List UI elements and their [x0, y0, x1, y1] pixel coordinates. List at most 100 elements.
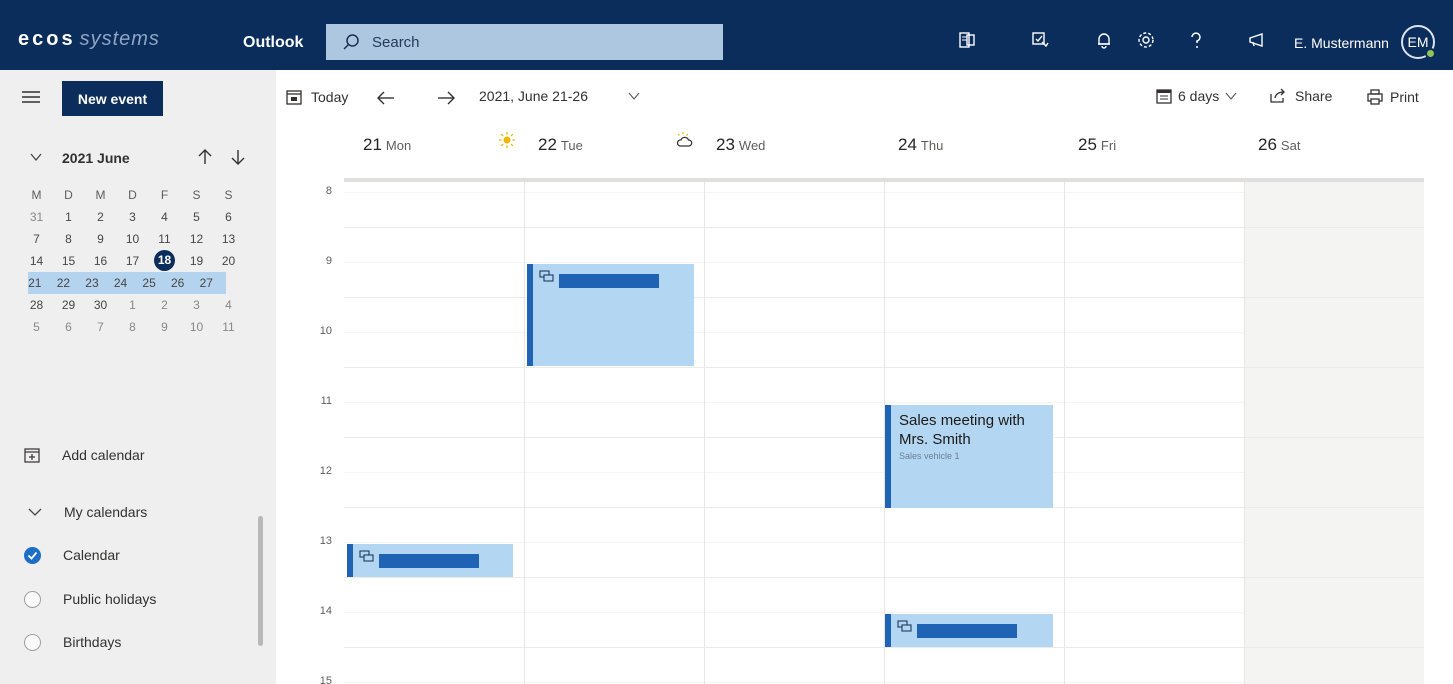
date-cell[interactable]: 1 [58, 206, 79, 228]
date-cell[interactable]: 30 [90, 294, 111, 316]
date-cell[interactable]: 23 [83, 272, 101, 294]
day-header-wed[interactable]: 23 Wed [716, 135, 765, 181]
date-cell[interactable]: 19 [186, 250, 207, 272]
empty-circle-icon[interactable] [24, 590, 41, 608]
checkmark-circle-icon[interactable] [24, 546, 41, 564]
user-name[interactable]: E. Mustermann [1294, 35, 1389, 51]
office-icon[interactable] [957, 30, 977, 50]
date-cell[interactable]: 20 [218, 250, 239, 272]
date-cell[interactable]: 6 [58, 316, 79, 338]
hamburger-menu-icon[interactable] [22, 90, 40, 104]
day-header-mon[interactable]: 21 Mon [363, 135, 411, 181]
date-cell[interactable]: 2 [90, 206, 111, 228]
avatar[interactable]: EM [1401, 25, 1436, 59]
add-calendar-button[interactable]: Add calendar [24, 444, 145, 466]
date-cell[interactable]: 10 [186, 316, 207, 338]
date-cell[interactable]: 29 [58, 294, 79, 316]
my-calendars-toggle[interactable]: My calendars [28, 502, 147, 522]
date-cell[interactable]: 15 [58, 250, 79, 272]
date-cell[interactable]: 3 [186, 294, 207, 316]
date-cell[interactable]: 12 [186, 228, 207, 250]
left-panel: New event 2021 June M D M D F S S 31 1 2… [0, 70, 276, 684]
calendar-event-redacted[interactable] [527, 264, 694, 366]
top-bar: ecos systems Outlook Search E. Mustermann… [0, 0, 1453, 70]
date-cell[interactable]: 25 [140, 272, 158, 294]
chat-icon [359, 550, 374, 562]
arrow-up-icon[interactable] [196, 148, 214, 166]
arrow-down-icon[interactable] [229, 148, 247, 166]
day-header-fri[interactable]: 25 Fri [1078, 135, 1116, 181]
day-header-thu[interactable]: 24 Thu [898, 135, 943, 181]
date-cell[interactable]: 11 [154, 228, 175, 250]
hour-label: 8 [325, 185, 332, 197]
date-cell[interactable]: 4 [154, 206, 175, 228]
calendar-event-redacted[interactable] [885, 614, 1053, 647]
date-cell[interactable]: 9 [90, 228, 111, 250]
date-cell[interactable]: 22 [55, 272, 73, 294]
calendar-item-label: Public holidays [63, 591, 157, 607]
calendar-event-sales-meeting[interactable]: Sales meeting with Mrs. Smith Sales vehi… [885, 405, 1053, 508]
day-header-tue[interactable]: 22 Tue [538, 135, 583, 181]
date-cell[interactable]: 8 [122, 316, 143, 338]
date-cell[interactable]: 5 [26, 316, 47, 338]
selected-week-row: 21 22 23 24 25 26 27 [28, 272, 226, 294]
date-cell[interactable]: 8 [58, 228, 79, 250]
date-cell[interactable]: 24 [112, 272, 130, 294]
mini-calendar-title[interactable]: 2021 June [62, 150, 130, 166]
date-cell[interactable]: 14 [26, 250, 47, 272]
calendar-item-birthdays[interactable]: Birthdays [24, 631, 121, 653]
bell-icon[interactable] [1094, 30, 1114, 50]
view-selector-dropdown[interactable]: 6 days [1156, 88, 1237, 104]
date-cell-today[interactable]: 18 [154, 250, 175, 272]
date-cell[interactable]: 27 [197, 272, 215, 294]
date-cell[interactable]: 17 [122, 250, 143, 272]
time-grid[interactable]: Sales meeting with Mrs. Smith Sales vehi… [344, 182, 1424, 684]
calendar-event-redacted[interactable] [347, 544, 513, 577]
sidebar-scrollbar[interactable] [258, 516, 263, 646]
app-name[interactable]: Outlook [243, 34, 303, 52]
chevron-down-icon [1225, 92, 1237, 100]
hour-label: 9 [325, 255, 332, 267]
date-cell[interactable]: 10 [122, 228, 143, 250]
today-button[interactable]: Today [285, 88, 348, 106]
calendar-item-public-holidays[interactable]: Public holidays [24, 588, 156, 610]
event-title: Sales meeting with Mrs. Smith [899, 412, 1025, 448]
date-cell[interactable]: 6 [218, 206, 239, 228]
print-button[interactable]: Print [1366, 88, 1419, 106]
calendar-toolbar: Today 2021, June 21-26 6 days Share Prin… [276, 70, 1453, 125]
date-cell[interactable]: 16 [90, 250, 111, 272]
share-button[interactable]: Share [1269, 88, 1332, 104]
calendar-item-label: Calendar [63, 547, 120, 563]
date-cell[interactable]: 9 [154, 316, 175, 338]
date-cell[interactable]: 13 [218, 228, 239, 250]
gear-icon[interactable] [1136, 30, 1156, 50]
date-cell[interactable]: 3 [122, 206, 143, 228]
empty-circle-icon[interactable] [24, 633, 41, 651]
arrow-left-icon[interactable] [376, 90, 396, 106]
date-cell[interactable]: 7 [90, 316, 111, 338]
date-cell[interactable]: 31 [26, 206, 47, 228]
compose-icon[interactable] [1030, 30, 1050, 50]
date-cell[interactable]: 4 [218, 294, 239, 316]
chevron-down-icon[interactable] [30, 151, 42, 163]
date-range-dropdown[interactable]: 2021, June 21-26 [479, 88, 640, 104]
date-cell[interactable]: 7 [26, 228, 47, 250]
day-divider [1064, 182, 1065, 684]
print-icon [1367, 89, 1383, 105]
new-event-button[interactable]: New event [62, 81, 163, 116]
date-cell[interactable]: 2 [154, 294, 175, 316]
help-icon[interactable] [1186, 30, 1206, 50]
date-cell[interactable]: 21 [26, 272, 44, 294]
date-cell[interactable]: 11 [218, 316, 239, 338]
day-header-sat[interactable]: 26 Sat [1258, 135, 1300, 181]
search-input[interactable]: Search [326, 24, 723, 60]
brand-logo[interactable]: ecos systems [18, 28, 160, 51]
megaphone-icon[interactable] [1247, 30, 1267, 50]
calendar-item-calendar[interactable]: Calendar [24, 544, 120, 566]
date-cell[interactable]: 26 [169, 272, 187, 294]
date-cell[interactable]: 28 [26, 294, 47, 316]
date-cell[interactable]: 1 [122, 294, 143, 316]
arrow-right-icon[interactable] [436, 90, 456, 106]
calendar-item-label: Birthdays [63, 634, 122, 650]
date-cell[interactable]: 5 [186, 206, 207, 228]
